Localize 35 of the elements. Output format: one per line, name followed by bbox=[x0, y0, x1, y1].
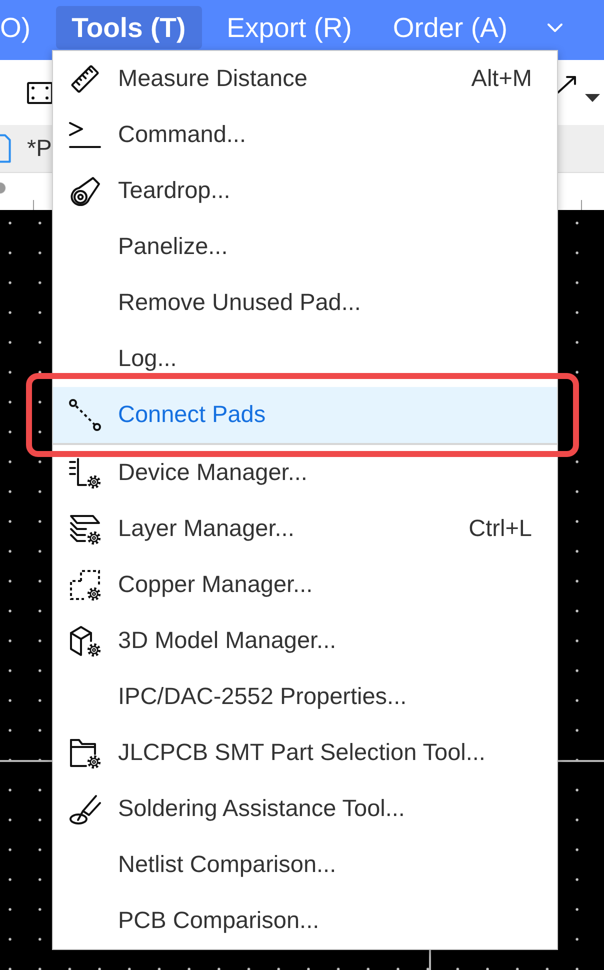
menu-item[interactable]: Log... bbox=[53, 331, 557, 387]
menu-item[interactable]: Connect Pads bbox=[53, 387, 557, 443]
menu-item[interactable]: Remove Unused Pad... bbox=[53, 275, 557, 331]
file-icon bbox=[0, 134, 11, 163]
menu-item[interactable]: Panelize... bbox=[53, 219, 557, 275]
menu-item[interactable]: Netlist Comparison... bbox=[53, 837, 557, 893]
arrow-icon bbox=[556, 75, 577, 94]
layers-gear-icon bbox=[69, 513, 101, 545]
ruler-icon bbox=[69, 63, 101, 95]
chevron-down-icon bbox=[547, 23, 563, 33]
soldering-iron-icon bbox=[69, 793, 101, 825]
menu-bar-item[interactable]: Tools (T) bbox=[56, 6, 202, 49]
document-tab[interactable]: *P bbox=[0, 134, 52, 163]
shortcut-label: Alt+M bbox=[471, 67, 532, 91]
menu-item[interactable]: Device Manager... bbox=[53, 445, 557, 501]
cube-gear-icon bbox=[69, 625, 101, 657]
rectangle-icon bbox=[27, 82, 53, 104]
menu-item[interactable]: Copper Manager... bbox=[53, 557, 557, 613]
menu-item[interactable]: 3D Model Manager... bbox=[53, 613, 557, 669]
menu-item[interactable]: Soldering Assistance Tool... bbox=[53, 781, 557, 837]
dashed-connection-icon bbox=[69, 399, 101, 431]
menu-item[interactable]: Layer Manager... Ctrl+L bbox=[53, 501, 557, 557]
menu-item[interactable]: Teardrop... bbox=[53, 163, 557, 219]
caret-down-icon bbox=[585, 94, 600, 102]
menu-item[interactable]: Command... bbox=[53, 107, 557, 163]
folder-gear-icon bbox=[69, 737, 101, 769]
menu-item[interactable]: IPC/DAC-2552 Properties... bbox=[53, 669, 557, 725]
terminal-prompt-icon bbox=[69, 119, 101, 151]
teardrop-icon bbox=[69, 175, 101, 207]
menu-item[interactable]: Measure Distance Alt+M bbox=[53, 51, 557, 107]
dashed-square-gear-icon bbox=[69, 569, 101, 601]
menu-item[interactable]: JLCPCB SMT Part Selection Tool... bbox=[53, 725, 557, 781]
menu-item[interactable]: PCB Comparison... bbox=[53, 893, 557, 949]
chip-gear-icon bbox=[69, 457, 101, 489]
shortcut-label: Ctrl+L bbox=[468, 517, 532, 541]
